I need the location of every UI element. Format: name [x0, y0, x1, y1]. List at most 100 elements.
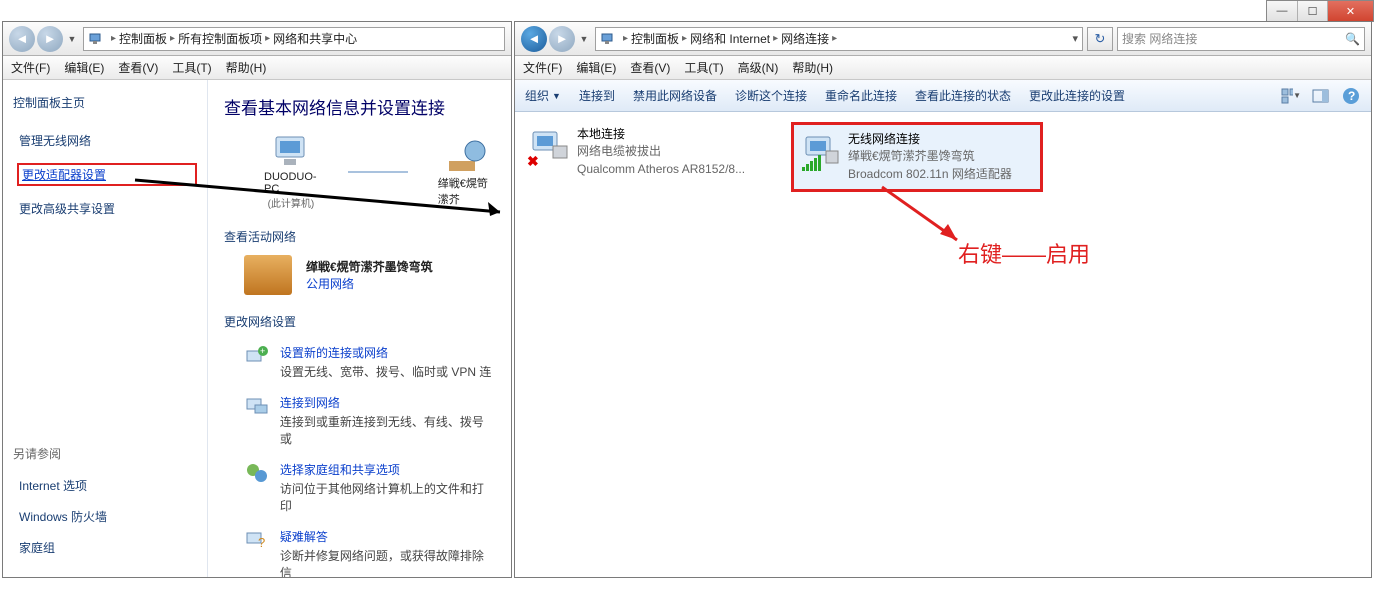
connection-name: 无线网络连接 [848, 131, 1012, 148]
menu-edit[interactable]: 编辑(E) [576, 59, 616, 76]
menu-tools[interactable]: 工具(T) [172, 59, 211, 76]
globe-icon [445, 137, 487, 175]
setting-desc: 诊断并修复网络问题，或获得故障排除信 [280, 547, 495, 577]
sidebar-title: 控制面板主页 [13, 94, 197, 111]
wifi-icon [800, 131, 842, 173]
navbar: ◄ ► ▼ ▸ 控制面板 ▸ 网络和 Internet ▸ 网络连接 ▸ ▾ ↻… [515, 22, 1371, 56]
breadcrumb-item[interactable]: 控制面板 [119, 30, 167, 47]
signal-bars-icon [802, 155, 821, 171]
address-bar[interactable]: ▸ 控制面板 ▸ 网络和 Internet ▸ 网络连接 ▸ ▾ [595, 27, 1083, 51]
connection-wireless[interactable]: 无线网络连接 缂戦€熀笴潆芥墨馋弯筑 Broadcom 802.11n 网络适配… [791, 122, 1043, 192]
forward-button[interactable]: ► [37, 26, 63, 52]
search-placeholder: 搜索 网络连接 [1122, 30, 1197, 47]
search-input[interactable]: 搜索 网络连接 🔍 [1117, 27, 1365, 51]
history-dropdown[interactable]: ▼ [577, 29, 591, 49]
sidebar-link-advanced-sharing[interactable]: 更改高级共享设置 [19, 200, 197, 217]
toolbar-connect-to[interactable]: 连接到 [579, 87, 615, 104]
addr-dropdown-icon[interactable]: ▾ [1072, 32, 1078, 45]
menu-file[interactable]: 文件(F) [523, 59, 562, 76]
address-bar[interactable]: ▸ 控制面板 ▸ 所有控制面板项 ▸ 网络和共享中心 [83, 27, 505, 51]
view-options-icon[interactable]: ▼ [1281, 87, 1301, 105]
settings-list: + 设置新的连接或网络设置无线、宽带、拨号、临时或 VPN 连 连接到网络连接到… [224, 344, 495, 577]
setting-link[interactable]: 选择家庭组和共享选项 [280, 463, 400, 477]
menu-tools[interactable]: 工具(T) [684, 59, 723, 76]
svg-text:?: ? [1348, 89, 1355, 103]
menu-view[interactable]: 查看(V) [630, 59, 670, 76]
help-icon[interactable]: ? [1341, 87, 1361, 105]
preview-pane-icon[interactable] [1311, 87, 1331, 105]
connection-status: 网络电缆被拔出 [577, 143, 745, 160]
menu-advanced[interactable]: 高级(N) [738, 59, 779, 76]
breadcrumb-item[interactable]: 控制面板 [631, 30, 679, 47]
toolbar-rename[interactable]: 重命名此连接 [825, 87, 897, 104]
minimize-button[interactable]: — [1267, 1, 1297, 21]
setting-desc: 连接到或重新连接到无线、有线、拨号或 [280, 413, 495, 447]
setting-homegroup[interactable]: 选择家庭组和共享选项访问位于其他网络计算机上的文件和打印 [244, 461, 495, 514]
setting-link[interactable]: 疑难解答 [280, 530, 328, 544]
maximize-button[interactable]: ☐ [1297, 1, 1327, 21]
network-icon [600, 31, 616, 47]
menu-file[interactable]: 文件(F) [11, 59, 50, 76]
setting-desc: 访问位于其他网络计算机上的文件和打印 [280, 480, 495, 514]
svg-text:+: + [260, 346, 265, 356]
setting-link[interactable]: 连接到网络 [280, 396, 340, 410]
seealso-internet-options[interactable]: Internet 选项 [19, 477, 197, 494]
breadcrumb-item[interactable]: 网络和 Internet [690, 30, 770, 47]
menubar: 文件(F) 编辑(E) 查看(V) 工具(T) 高级(N) 帮助(H) [515, 56, 1371, 80]
menu-view[interactable]: 查看(V) [118, 59, 158, 76]
toolbar-organize[interactable]: 组织 ▼ [525, 87, 561, 104]
svg-text:?: ? [258, 535, 265, 550]
homegroup-icon [244, 461, 270, 485]
content: 查看基本网络信息并设置连接 DUODUO-PC (此计算机) 缂戦€熀笴潆芥 [208, 80, 511, 577]
toolbar-view-status[interactable]: 查看此连接的状态 [915, 87, 1011, 104]
sidebar-link-change-adapter[interactable]: 更改适配器设置 [17, 163, 197, 186]
close-button[interactable]: ✕ [1327, 1, 1373, 21]
setting-new-connection[interactable]: + 设置新的连接或网络设置无线、宽带、拨号、临时或 VPN 连 [244, 344, 495, 380]
annotation-text: 右键——启用 [958, 237, 1090, 269]
ethernet-icon: ✖ [529, 126, 571, 168]
this-pc-node: DUODUO-PC (此计算机) [264, 133, 318, 210]
window-controls: — ☐ ✕ [1266, 0, 1374, 22]
seealso-homegroup[interactable]: 家庭组 [19, 539, 197, 556]
breadcrumb-sep-icon: ▸ [832, 33, 837, 44]
node-label: DUODUO-PC [264, 171, 318, 195]
network-link-line [348, 171, 408, 173]
sidebar: 控制面板主页 管理无线网络 更改适配器设置 更改高级共享设置 另请参阅 Inte… [3, 80, 208, 577]
history-dropdown[interactable]: ▼ [65, 29, 79, 49]
connection-local[interactable]: ✖ 本地连接 网络电缆被拔出 Qualcomm Atheros AR8152/8… [525, 122, 777, 182]
back-button[interactable]: ◄ [521, 26, 547, 52]
menu-edit[interactable]: 编辑(E) [64, 59, 104, 76]
connection-device: Broadcom 802.11n 网络适配器 [848, 166, 1012, 183]
breadcrumb-sep-icon: ▸ [682, 33, 687, 44]
seealso-windows-firewall[interactable]: Windows 防火墙 [19, 508, 197, 525]
toolbar-disable[interactable]: 禁用此网络设备 [633, 87, 717, 104]
toolbar-change-settings[interactable]: 更改此连接的设置 [1029, 87, 1125, 104]
toolbar-diagnose[interactable]: 诊断这个连接 [735, 87, 807, 104]
setting-connect-network[interactable]: 连接到网络连接到或重新连接到无线、有线、拨号或 [244, 394, 495, 447]
network-map: DUODUO-PC (此计算机) 缂戦€熀笴潆芥 [264, 133, 495, 210]
breadcrumb-item[interactable]: 网络和共享中心 [273, 30, 357, 47]
breadcrumb-sep-icon: ▸ [170, 33, 175, 44]
refresh-button[interactable]: ↻ [1087, 27, 1113, 51]
breadcrumb-item[interactable]: 网络连接 [781, 30, 829, 47]
new-connection-icon: + [244, 344, 270, 368]
back-button[interactable]: ◄ [9, 26, 35, 52]
breadcrumb-item[interactable]: 所有控制面板项 [178, 30, 262, 47]
active-network: 缂戦€熀笴潆芥墨馋弯筑 公用网络 [244, 255, 495, 295]
forward-button[interactable]: ► [549, 26, 575, 52]
computer-icon [270, 133, 312, 171]
search-icon: 🔍 [1345, 32, 1360, 46]
connection-device: Qualcomm Atheros AR8152/8... [577, 161, 745, 178]
sidebar-link-manage-wireless[interactable]: 管理无线网络 [19, 132, 197, 149]
active-network-type[interactable]: 公用网络 [306, 277, 354, 291]
troubleshoot-icon: ? [244, 528, 270, 552]
breadcrumb-sep-icon: ▸ [773, 33, 778, 44]
menu-help[interactable]: 帮助(H) [792, 59, 833, 76]
seealso-label: 另请参阅 [13, 445, 197, 462]
menu-help[interactable]: 帮助(H) [226, 59, 267, 76]
section-active-network: 查看活动网络 [224, 228, 495, 245]
setting-link[interactable]: 设置新的连接或网络 [280, 346, 388, 360]
setting-troubleshoot[interactable]: ? 疑难解答诊断并修复网络问题，或获得故障排除信 [244, 528, 495, 577]
connection-status: 缂戦€熀笴潆芥墨馋弯筑 [848, 148, 1012, 165]
connection-name: 本地连接 [577, 126, 745, 143]
